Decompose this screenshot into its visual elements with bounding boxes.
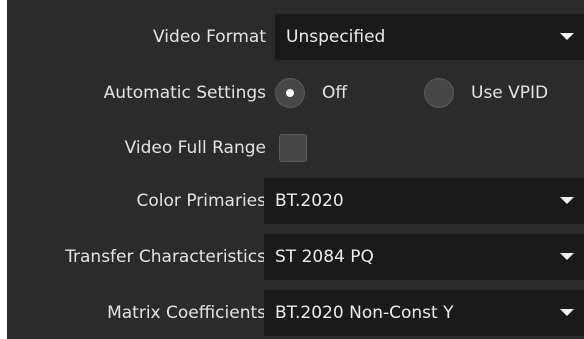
video-settings-panel: Video Format Unspecified Automatic Setti… — [7, 0, 584, 339]
radio-use-vpid-label[interactable]: Use VPID — [471, 70, 548, 116]
chevron-down-icon — [560, 309, 574, 316]
video-format-value: Unspecified — [286, 27, 386, 47]
color-primaries-label: Color Primaries — [136, 191, 266, 211]
matrix-coefficients-row: Matrix Coefficients BT.2020 Non-Const Y — [7, 290, 584, 336]
matrix-coefficients-value: BT.2020 Non-Const Y — [275, 303, 454, 323]
color-primaries-value: BT.2020 — [275, 191, 344, 211]
radio-use-vpid[interactable] — [424, 78, 454, 108]
chevron-down-icon — [560, 253, 574, 260]
transfer-characteristics-dropdown[interactable]: ST 2084 PQ — [264, 234, 584, 280]
chevron-down-icon — [560, 33, 574, 40]
matrix-coefficients-label: Matrix Coefficients — [107, 303, 266, 323]
color-primaries-dropdown[interactable]: BT.2020 — [264, 178, 584, 224]
automatic-settings-label: Automatic Settings — [103, 83, 266, 103]
transfer-characteristics-row: Transfer Characteristics ST 2084 PQ — [7, 234, 584, 280]
transfer-characteristics-label: Transfer Characteristics — [65, 247, 266, 267]
video-format-label: Video Format — [153, 27, 266, 47]
chevron-down-icon — [560, 197, 574, 204]
video-format-dropdown[interactable]: Unspecified — [275, 14, 584, 60]
color-primaries-row: Color Primaries BT.2020 — [7, 178, 584, 224]
video-full-range-label: Video Full Range — [124, 138, 266, 158]
matrix-coefficients-dropdown[interactable]: BT.2020 Non-Const Y — [264, 290, 584, 336]
radio-selected-icon — [286, 89, 294, 97]
automatic-settings-row: Automatic Settings Off Use VPID — [7, 70, 584, 116]
radio-off-label[interactable]: Off — [322, 70, 347, 116]
transfer-characteristics-value: ST 2084 PQ — [275, 247, 374, 267]
video-full-range-row: Video Full Range — [7, 125, 584, 171]
video-format-row: Video Format Unspecified — [7, 14, 584, 60]
video-full-range-checkbox[interactable] — [279, 134, 307, 162]
radio-off[interactable] — [275, 78, 305, 108]
